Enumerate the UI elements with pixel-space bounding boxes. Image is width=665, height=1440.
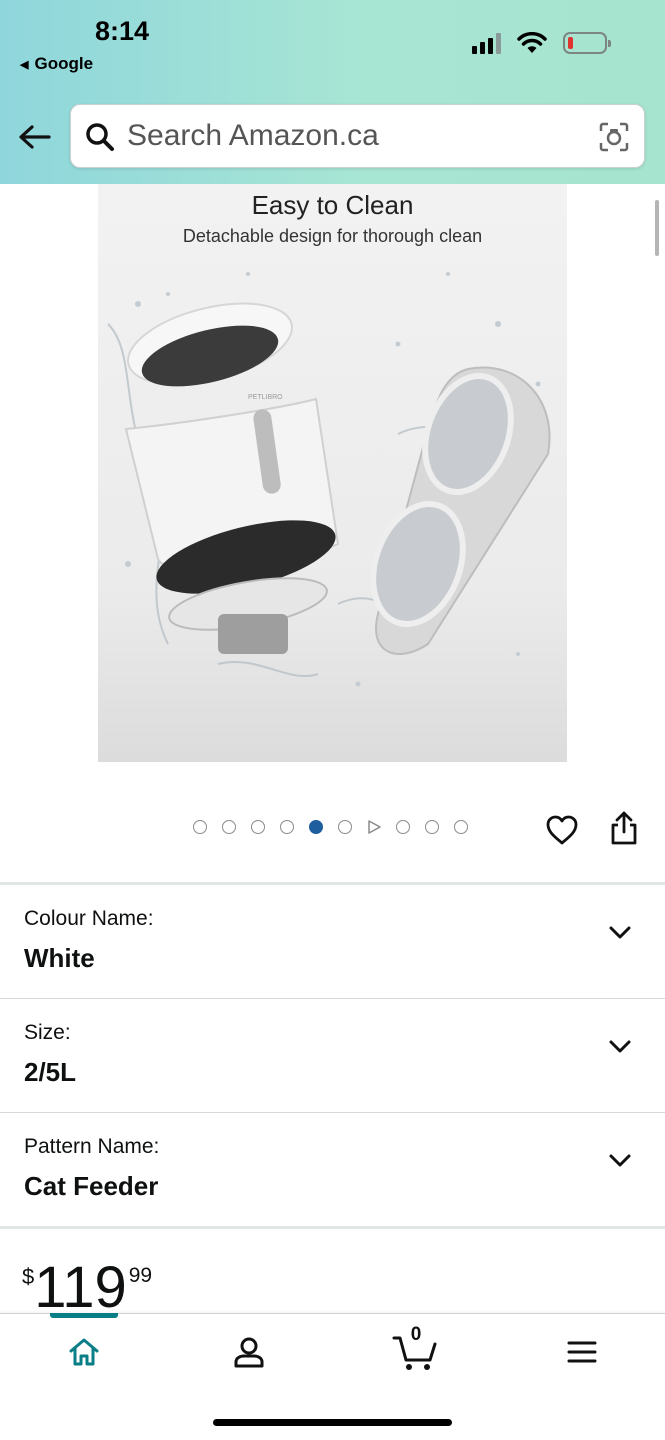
active-tab-indicator (50, 1313, 118, 1318)
colour-selector[interactable]: Colour Name: White (0, 885, 665, 999)
search-icon (86, 123, 114, 151)
cellular-signal-icon (472, 32, 501, 54)
hamburger-menu-icon (567, 1341, 597, 1363)
carousel-dot[interactable] (193, 820, 207, 834)
video-play-icon[interactable] (367, 820, 381, 834)
cart-count-badge: 0 (410, 1324, 422, 1345)
product-page: 8:14 ◀ Google Search Amazon.ca Easy to C… (0, 0, 665, 1440)
tab-account[interactable] (226, 1330, 272, 1374)
header: 8:14 ◀ Google (0, 0, 665, 184)
battery-icon (563, 32, 611, 54)
option-label: Pattern Name: (24, 1135, 160, 1158)
option-value: 2/5L (24, 1057, 77, 1087)
carousel-dot[interactable] (396, 820, 410, 834)
option-value: Cat Feeder (24, 1171, 159, 1201)
tab-home[interactable] (61, 1330, 107, 1374)
product-illustration: PETLIBRO (107, 272, 551, 687)
page-scrollbar[interactable] (655, 200, 659, 256)
camera-search-icon[interactable] (598, 121, 630, 153)
carousel-dot[interactable] (251, 820, 265, 834)
carousel-dot[interactable] (425, 820, 439, 834)
pattern-selector[interactable]: Pattern Name: Cat Feeder (0, 1113, 665, 1227)
status-time: 8:14 (95, 16, 150, 46)
image-carousel-dots[interactable] (193, 820, 468, 834)
back-triangle-icon: ◀ (20, 58, 29, 71)
option-value: White (24, 943, 95, 973)
section-divider (0, 1226, 665, 1229)
carousel-dot[interactable] (222, 820, 236, 834)
carousel-dot[interactable] (454, 820, 468, 834)
tab-menu[interactable] (559, 1330, 605, 1374)
option-label: Colour Name: (24, 907, 154, 930)
tab-cart[interactable]: 0 (392, 1324, 438, 1374)
carousel-dot[interactable] (280, 820, 294, 834)
search-bar[interactable] (70, 104, 645, 168)
status-icons (472, 32, 611, 54)
carousel-dot-active[interactable] (309, 820, 323, 834)
back-arrow-icon[interactable] (16, 118, 54, 156)
carousel-dot[interactable] (338, 820, 352, 834)
person-icon (234, 1337, 264, 1368)
home-icon (69, 1338, 99, 1366)
option-label: Size: (24, 1021, 71, 1044)
share-icon[interactable] (608, 810, 640, 846)
product-image[interactable]: Easy to Clean Detachable design for thor… (98, 184, 567, 762)
price-fraction: 99 (128, 1264, 153, 1287)
chevron-down-icon (609, 926, 631, 939)
wifi-icon (517, 32, 547, 53)
size-selector[interactable]: Size: 2/5L (0, 999, 665, 1113)
chevron-down-icon (609, 1040, 631, 1053)
wishlist-heart-icon[interactable] (545, 814, 579, 846)
search-input[interactable] (127, 105, 587, 167)
home-indicator (213, 1419, 452, 1426)
price-currency: $ (22, 1264, 35, 1289)
chevron-down-icon (609, 1154, 631, 1167)
brand-mark: PETLIBRO (248, 394, 283, 401)
back-to-app-link[interactable]: ◀ Google (20, 54, 93, 74)
back-app-label: Google (34, 54, 94, 73)
